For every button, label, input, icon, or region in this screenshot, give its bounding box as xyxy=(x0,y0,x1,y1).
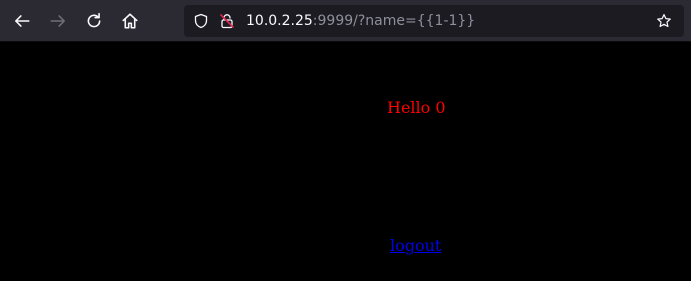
reload-button[interactable] xyxy=(78,5,110,37)
home-button[interactable] xyxy=(114,5,146,37)
url-path: :9999/?name={{1-1}} xyxy=(312,13,476,29)
url-host: 10.0.2.25 xyxy=(246,13,313,29)
tracking-protection-shield-icon[interactable] xyxy=(192,12,210,30)
page-content: Hello 0 logout xyxy=(0,43,691,281)
reload-icon xyxy=(87,12,101,28)
browser-toolbar: 10.0.2.25:9999/?name={{1-1}} xyxy=(0,0,691,42)
forward-button[interactable] xyxy=(42,5,74,37)
star-icon xyxy=(657,14,671,28)
arrow-right-icon xyxy=(50,15,65,27)
back-button[interactable] xyxy=(6,5,38,37)
url-text[interactable]: 10.0.2.25:9999/?name={{1-1}} xyxy=(246,13,654,29)
arrow-left-icon xyxy=(15,15,30,27)
logout-link[interactable]: logout xyxy=(390,236,441,255)
greeting-text: Hello 0 xyxy=(387,98,446,117)
insecure-lock-icon[interactable] xyxy=(218,12,236,30)
bookmark-star-button[interactable] xyxy=(654,11,674,31)
home-icon xyxy=(122,13,138,29)
address-bar[interactable]: 10.0.2.25:9999/?name={{1-1}} xyxy=(184,5,684,37)
